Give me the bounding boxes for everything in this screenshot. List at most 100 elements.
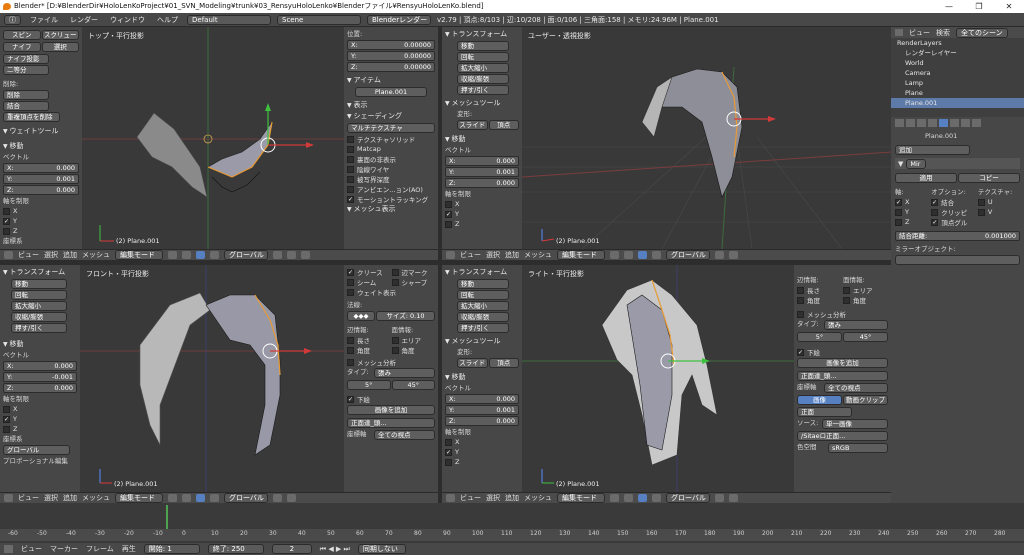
timeline-playback-menu[interactable]: 再生 bbox=[122, 544, 136, 554]
mirror-object-field[interactable] bbox=[895, 255, 1020, 265]
axis-dropdown[interactable]: 全ての視点 bbox=[374, 430, 435, 440]
vector-y-field-bl[interactable]: Y: -0.001 bbox=[3, 372, 77, 382]
depth-of-field-checkbox[interactable]: 被写界深度 bbox=[347, 174, 435, 184]
textured-solid-checkbox[interactable]: テクスチャソリッド bbox=[347, 134, 435, 144]
select-menu[interactable]: 選択 bbox=[486, 493, 500, 503]
add-menu[interactable]: 追加 bbox=[505, 250, 519, 260]
shading-icon[interactable] bbox=[168, 251, 177, 259]
close-icon[interactable]: ✕ bbox=[994, 0, 1024, 13]
viewport-right[interactable]: ライト・平行投影 (2) Plane.001 bbox=[522, 265, 794, 492]
mesh-analysis-checkbox-br[interactable]: メッシュ分析 bbox=[797, 309, 888, 319]
seam-checkbox[interactable]: シーム bbox=[347, 277, 391, 287]
translate-button-tr[interactable]: 移動 bbox=[457, 41, 509, 51]
editor-type-icon[interactable] bbox=[446, 494, 455, 502]
editor-type-icon[interactable] bbox=[4, 494, 13, 502]
item-name-field[interactable]: Plane.001 bbox=[355, 87, 427, 97]
axis-dropdown-br[interactable]: 全ての視点 bbox=[824, 383, 888, 393]
vector-z-field-bl[interactable]: Z: 0.000 bbox=[3, 383, 77, 393]
transform-header-bl[interactable]: トランスフォーム bbox=[3, 267, 77, 278]
orientation-select[interactable]: グローバル bbox=[666, 250, 710, 260]
world-tab-icon[interactable] bbox=[917, 119, 926, 127]
constraint-y-checkbox-br[interactable]: ✓ Y bbox=[445, 447, 519, 457]
outliner-render-layer[interactable]: レンダーレイヤー bbox=[891, 48, 1024, 58]
copy-button[interactable]: コピー bbox=[958, 173, 1020, 183]
area-split-horizontal[interactable] bbox=[0, 260, 891, 265]
push-pull-button-tr[interactable]: 押す/引く bbox=[457, 85, 509, 95]
vector-z-field-tr[interactable]: Z: 0.000 bbox=[445, 178, 519, 188]
vector-x-field-br[interactable]: X: 0.000 bbox=[445, 394, 519, 404]
add-image-button-br[interactable]: 画像を追加 bbox=[797, 358, 888, 368]
constraint-z-checkbox-bl[interactable]: Z bbox=[3, 424, 77, 434]
constraint-x-checkbox-bl[interactable]: X bbox=[3, 404, 77, 414]
knife-button[interactable]: ナイフ bbox=[3, 42, 41, 52]
move-operator-header[interactable]: 移動 bbox=[3, 141, 79, 152]
translate-icon[interactable] bbox=[210, 251, 219, 259]
add-modifier-dropdown[interactable]: 追加 bbox=[895, 145, 970, 155]
menu-window[interactable]: ウィンドウ bbox=[107, 15, 148, 25]
slide-button-tr[interactable]: スライド bbox=[457, 120, 488, 130]
vector-y-field-br[interactable]: Y: 0.001 bbox=[445, 405, 519, 415]
mirror-v-checkbox[interactable]: V bbox=[977, 207, 1020, 217]
background-images-checkbox[interactable]: ✓ 下絵 bbox=[347, 394, 435, 404]
motion-tracking-checkbox[interactable]: ✓ モーショントラッキング bbox=[347, 194, 435, 204]
object-tab-icon[interactable] bbox=[928, 119, 937, 127]
view-menu[interactable]: ビュー bbox=[18, 250, 39, 260]
vertex-button-br[interactable]: 頂点 bbox=[488, 358, 519, 368]
outliner-view-menu[interactable]: ビュー bbox=[909, 28, 930, 38]
edge-select-icon[interactable] bbox=[729, 251, 738, 259]
material-tab-icon[interactable] bbox=[961, 119, 970, 127]
delete-dropdown[interactable]: 削除 bbox=[3, 90, 49, 100]
outliner-search-menu[interactable]: 検索 bbox=[936, 28, 950, 38]
location-x-field[interactable]: X: 0.00000 bbox=[347, 40, 435, 50]
current-frame-field[interactable]: 2 bbox=[271, 544, 312, 554]
shrink-fatten-button-br[interactable]: 収縮/膨張 bbox=[457, 312, 509, 322]
analysis-type-dropdown[interactable]: 張み bbox=[374, 368, 435, 378]
outliner-lamp[interactable]: Lamp bbox=[891, 78, 1024, 88]
view-menu[interactable]: ビュー bbox=[18, 493, 39, 503]
analysis-type-dropdown-br[interactable]: 張み bbox=[824, 320, 888, 330]
constraint-x-checkbox-br[interactable]: X bbox=[445, 437, 519, 447]
translate-icon[interactable] bbox=[210, 494, 219, 502]
orientation-select[interactable]: グローバル bbox=[224, 493, 268, 503]
face-angle-checkbox[interactable]: 角度 bbox=[391, 345, 436, 355]
analysis-max-field-br[interactable]: 45° bbox=[843, 332, 888, 342]
merge-checkbox[interactable]: ✓ 結合 bbox=[931, 197, 977, 207]
edge-length-checkbox[interactable]: 長さ bbox=[347, 335, 391, 345]
vertex-select-icon[interactable] bbox=[715, 251, 724, 259]
item-header[interactable]: アイテム bbox=[347, 75, 435, 86]
outliner-editor-icon[interactable] bbox=[895, 29, 903, 36]
shrink-fatten-button-bl[interactable]: 収縮/膨張 bbox=[11, 312, 67, 322]
outliner-world[interactable]: World bbox=[891, 58, 1024, 68]
texture-tab-icon[interactable] bbox=[972, 119, 981, 127]
start-frame-field[interactable]: 開始: 1 bbox=[143, 544, 200, 554]
mesh-tools-header-br[interactable]: メッシュツール bbox=[445, 336, 519, 347]
orientation-select[interactable]: グローバル bbox=[224, 250, 268, 260]
view-menu[interactable]: ビュー bbox=[460, 493, 481, 503]
shading-icon[interactable] bbox=[168, 494, 177, 502]
current-frame-line[interactable] bbox=[166, 505, 168, 529]
manipulator-icon[interactable] bbox=[196, 251, 205, 259]
select-menu[interactable]: 選択 bbox=[44, 250, 58, 260]
remove-doubles-button[interactable]: 重複頂点を削除 bbox=[3, 112, 60, 122]
mode-select[interactable]: 編集モード bbox=[557, 250, 605, 260]
orientation-select[interactable]: グローバル bbox=[666, 493, 710, 503]
display-header[interactable]: 表示 bbox=[347, 100, 435, 111]
mode-select[interactable]: 編集モード bbox=[115, 493, 163, 503]
translate-icon[interactable] bbox=[652, 251, 661, 259]
location-z-field[interactable]: Z: 0.00000 bbox=[347, 62, 435, 72]
mirror-u-checkbox[interactable]: U bbox=[977, 197, 1020, 207]
constraint-z-checkbox-tr[interactable]: Z bbox=[445, 219, 519, 229]
sync-mode-dropdown[interactable]: 同期しない bbox=[357, 544, 406, 554]
manipulator-icon[interactable] bbox=[638, 494, 647, 502]
viewport-front[interactable]: フロント・平行投影 (2) Plane.001 bbox=[80, 265, 344, 492]
shading-icon[interactable] bbox=[610, 251, 619, 259]
modifier-tab-icon[interactable] bbox=[939, 119, 948, 127]
constraint-y-checkbox-bl[interactable]: ✓ Y bbox=[3, 414, 77, 424]
image-source-button[interactable]: 画像 bbox=[797, 395, 842, 405]
outliner-plane[interactable]: Plane bbox=[891, 88, 1024, 98]
constraint-x-checkbox-tr[interactable]: X bbox=[445, 199, 519, 209]
ambient-occlusion-checkbox[interactable]: アンビエン...ョン(AO) bbox=[347, 184, 435, 194]
edge-select-icon[interactable] bbox=[729, 494, 738, 502]
vector-z-field-br[interactable]: Z: 0.000 bbox=[445, 416, 519, 426]
analysis-min-field[interactable]: 5° bbox=[347, 380, 391, 390]
